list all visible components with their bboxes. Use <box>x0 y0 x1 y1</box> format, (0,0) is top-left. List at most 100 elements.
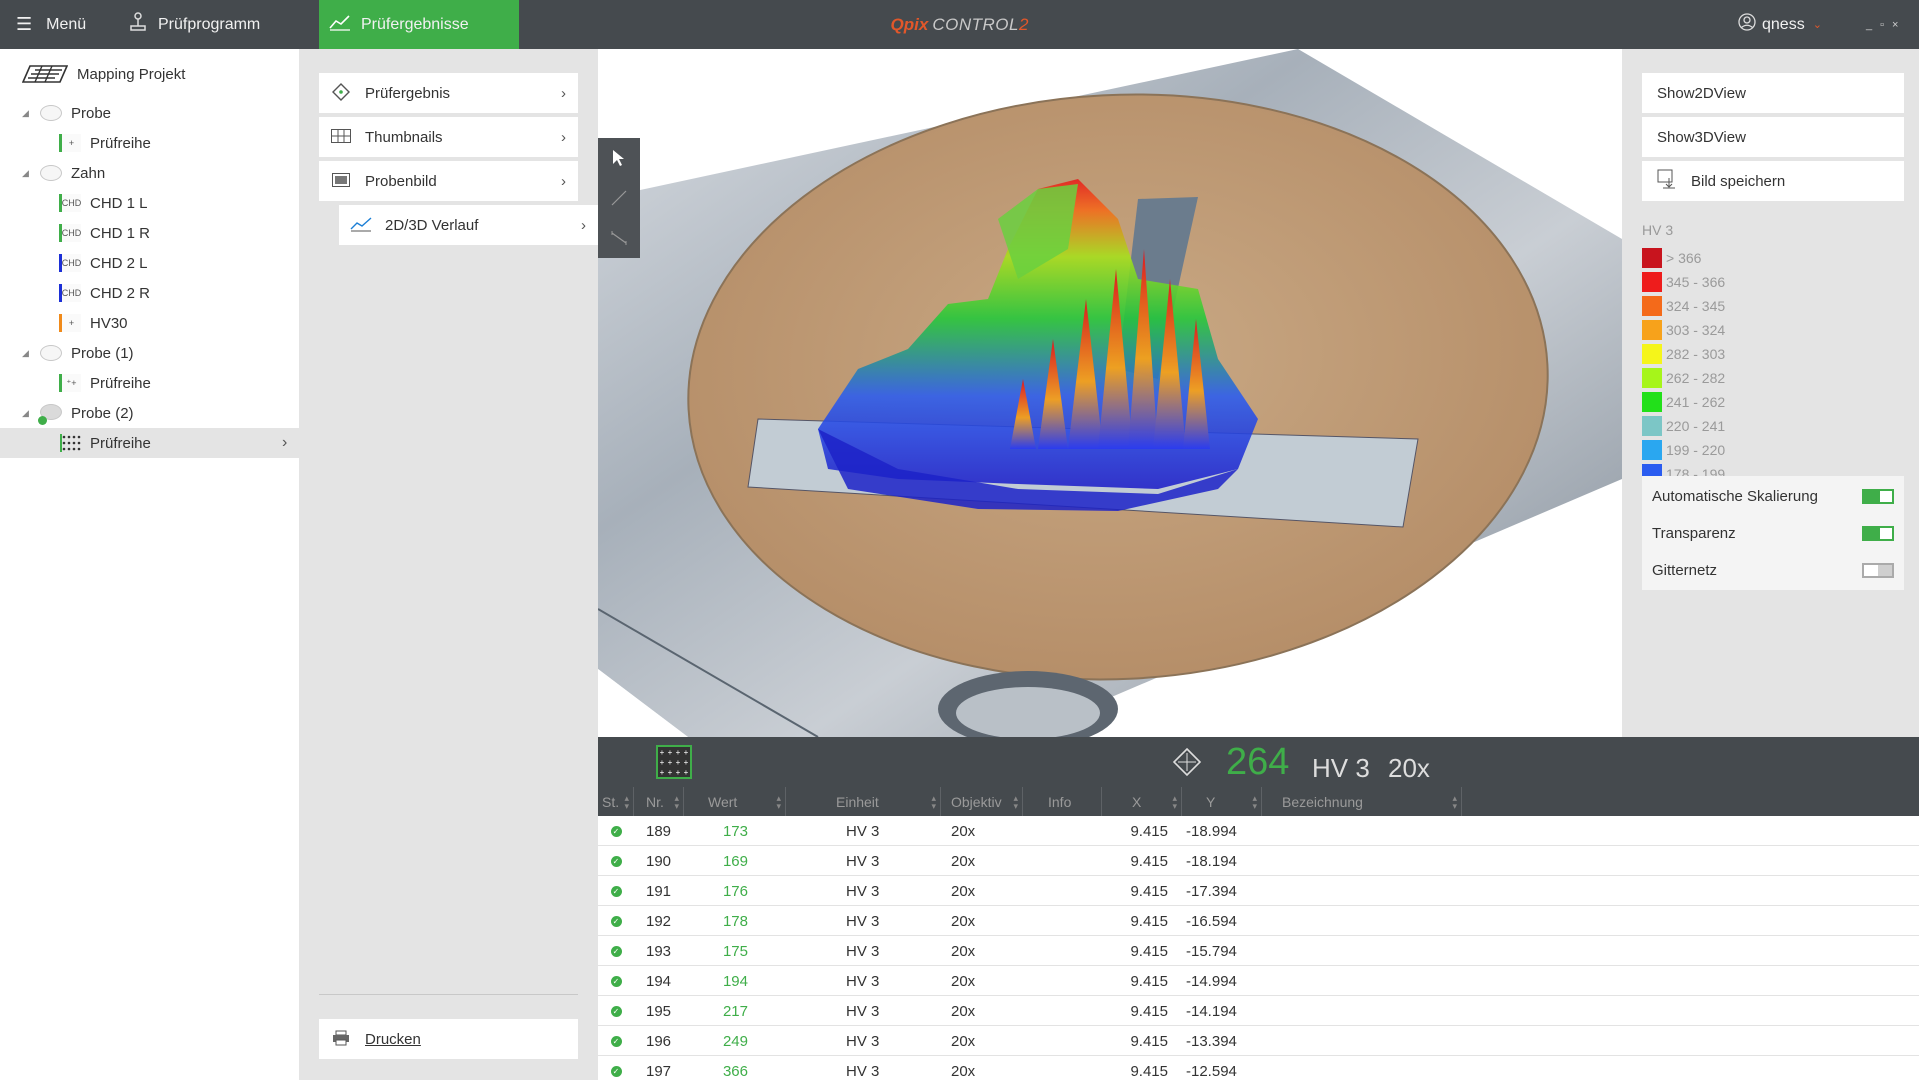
joystick-icon <box>128 12 148 37</box>
menu-thumbnails[interactable]: Thumbnails › <box>319 117 578 157</box>
collapse-icon[interactable]: ◢ <box>22 408 29 419</box>
menu-pruefergebnis[interactable]: Prüfergebnis › <box>319 73 578 113</box>
user-icon <box>1738 13 1756 36</box>
tree-item-chd-1-r[interactable]: CHD CHD 1 R <box>0 218 299 248</box>
cell-wert: 217 <box>722 1002 748 1020</box>
chevron-right-icon: › <box>561 172 566 190</box>
window-controls[interactable]: _ ▫ × <box>1866 0 1906 49</box>
table-row[interactable]: ✓ 193 175 HV 3 20x 9.415 -15.794 <box>598 936 1919 966</box>
user-menu[interactable]: qness ⌄ <box>1738 0 1822 49</box>
hamburger-icon: ☰ <box>16 14 33 34</box>
app-logo: Qpix CONTROL 2 <box>890 14 1029 34</box>
cell-objektiv: 20x <box>951 852 976 870</box>
tree-item-chd-2-l[interactable]: CHD CHD 2 L <box>0 248 299 278</box>
status-cell: ✓ <box>598 816 634 846</box>
table-row[interactable]: ✓ 194 194 HV 3 20x 9.415 -14.994 <box>598 966 1919 996</box>
cell-x: 9.415 <box>1130 1062 1168 1080</box>
tree-item-label: Probe (2) <box>71 404 134 422</box>
show-2d-view-button[interactable]: Show2DView <box>1642 73 1904 113</box>
tree-item-chd-2-r[interactable]: CHD CHD 2 R <box>0 278 299 308</box>
menu-probenbild[interactable]: Probenbild › <box>319 161 578 201</box>
tab-pruefprogramm[interactable]: Prüfprogramm <box>128 0 260 49</box>
save-image-button[interactable]: Bild speichern <box>1642 161 1904 201</box>
col-bezeichnung[interactable]: Bezeichnung ▴ ▾ <box>1262 787 1462 816</box>
col-y[interactable]: Y ▴ ▾ <box>1182 787 1262 816</box>
current-objective: 20x <box>1388 753 1430 783</box>
table-row[interactable]: ✓ 197 366 HV 3 20x 9.415 -12.594 <box>598 1056 1919 1080</box>
table-row[interactable]: ✓ 190 169 HV 3 20x 9.415 -18.194 <box>598 846 1919 876</box>
table-row[interactable]: ✓ 192 178 HV 3 20x 9.415 -16.594 <box>598 906 1919 936</box>
tree-item-pruefreihe[interactable]: + Prüfreihe <box>0 128 299 158</box>
collapse-icon[interactable]: ◢ <box>22 348 29 359</box>
cell-wert: 175 <box>722 942 748 960</box>
position-crosshair-icon[interactable] <box>1172 747 1202 784</box>
tree-item-pruefreihe-2[interactable]: Prüfreihe › <box>0 428 299 458</box>
line-tool[interactable] <box>598 178 640 218</box>
tree-item-probe-2[interactable]: ◢ Probe (2) <box>0 398 299 428</box>
menu-button[interactable]: ☰ Menü <box>16 0 86 49</box>
pointer-tool[interactable] <box>598 138 640 178</box>
toggle-switch[interactable] <box>1862 562 1894 578</box>
legend-swatch <box>1642 272 1662 292</box>
tree-item-hv30[interactable]: + HV30 <box>0 308 299 338</box>
toggle-auto-scaling[interactable]: Automatische Skalierung <box>1642 476 1904 516</box>
legend-entry: 241 - 262 <box>1642 392 1725 412</box>
tree-item-chd-1-l[interactable]: CHD CHD 1 L <box>0 188 299 218</box>
table-row[interactable]: ✓ 195 217 HV 3 20x 9.415 -14.194 <box>598 996 1919 1026</box>
legend-label: 220 - 241 <box>1666 418 1726 434</box>
cell-einheit: HV 3 <box>846 942 880 960</box>
legend-label: 262 - 282 <box>1666 370 1726 386</box>
chd-icon: CHD <box>59 284 81 302</box>
tab-pruefergebnisse[interactable]: Prüfergebnisse <box>319 0 519 49</box>
plus-series-icon: ⁺+ <box>59 374 81 392</box>
collapse-icon[interactable]: ◢ <box>22 108 29 119</box>
status-ok-icon: ✓ <box>610 1005 622 1017</box>
project-name: Mapping Projekt <box>77 65 186 83</box>
col-einheit[interactable]: Einheit ▴ ▾ <box>786 787 941 816</box>
divider <box>319 994 578 995</box>
col-status[interactable]: St. ▴ ▾ <box>598 787 634 816</box>
tree-item-pruefreihe-1[interactable]: ⁺+ Prüfreihe <box>0 368 299 398</box>
legend-swatch <box>1642 440 1662 460</box>
chevron-right-icon: › <box>581 216 586 234</box>
tree-item-label: Prüfreihe <box>90 134 151 152</box>
sort-icon: ▴ ▾ <box>776 792 781 811</box>
col-objektiv[interactable]: Objektiv ▴ ▾ <box>941 787 1023 816</box>
toggle-switch[interactable] <box>1862 488 1894 504</box>
project-tree: Mapping Projekt ◢ Probe + Prüfreihe ◢ Za… <box>0 49 299 1080</box>
sort-icon: ▴ ▾ <box>1452 792 1457 811</box>
measurement-grid-icon[interactable]: + + + + + + + + + + + + <box>656 745 692 779</box>
col-wert[interactable]: Wert ▴ ▾ <box>684 787 786 816</box>
table-row[interactable]: ✓ 191 176 HV 3 20x 9.415 -17.394 <box>598 876 1919 906</box>
menu-2d3d-verlauf[interactable]: 2D/3D Verlauf › <box>339 205 598 245</box>
col-nr[interactable]: Nr. ▴ ▾ <box>634 787 684 816</box>
tree-item-probe-1[interactable]: ◢ Probe (1) <box>0 338 299 368</box>
restore-icon[interactable]: ▫ <box>1880 19 1892 31</box>
menu-label: Menü <box>46 15 87 33</box>
cell-wert: 249 <box>722 1032 748 1050</box>
line-icon <box>611 190 627 206</box>
close-icon[interactable]: × <box>1892 19 1906 31</box>
toggle-transparency[interactable]: Transparenz <box>1642 513 1904 553</box>
col-info[interactable]: Info <box>1023 787 1102 816</box>
cell-nr: 192 <box>646 912 672 930</box>
table-row[interactable]: ✓ 189 173 HV 3 20x 9.415 -18.994 <box>598 816 1919 846</box>
print-button[interactable]: Drucken <box>319 1019 578 1059</box>
table-row[interactable]: ✓ 196 249 HV 3 20x 9.415 -13.394 <box>598 1026 1919 1056</box>
status-cell: ✓ <box>598 876 634 906</box>
toggle-switch[interactable] <box>1862 525 1894 541</box>
tree-item-label: Probe <box>71 104 112 122</box>
show-3d-view-button[interactable]: Show3DView <box>1642 117 1904 157</box>
toggle-grid[interactable]: Gitternetz <box>1642 550 1904 590</box>
minimize-icon[interactable]: _ <box>1866 19 1880 31</box>
image-3d-view[interactable] <box>598 49 1622 737</box>
measure-tool[interactable] <box>598 218 640 258</box>
tree-project[interactable]: Mapping Projekt <box>0 59 299 89</box>
tree-item-zahn[interactable]: ◢ Zahn <box>0 158 299 188</box>
tree-item-probe[interactable]: ◢ Probe <box>0 98 299 128</box>
status-cell: ✓ <box>598 846 634 876</box>
col-x[interactable]: X ▴ ▾ <box>1102 787 1182 816</box>
legend-swatch <box>1642 296 1662 316</box>
collapse-icon[interactable]: ◢ <box>22 168 29 179</box>
tree-item-label: CHD 1 R <box>90 224 151 242</box>
